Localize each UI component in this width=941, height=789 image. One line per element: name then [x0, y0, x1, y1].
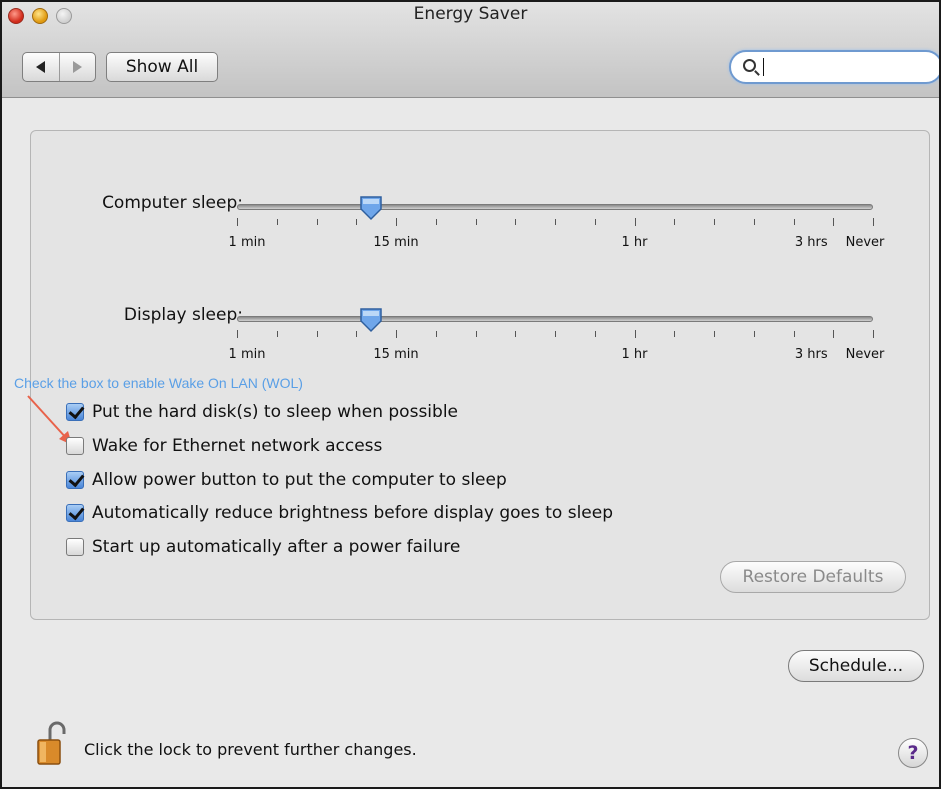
slider-tick: [515, 219, 517, 225]
slider-tick-label: 1 min: [228, 347, 266, 362]
slider-tick-label: 3 hrs: [794, 235, 828, 250]
display-sleep-slider-track[interactable]: [237, 316, 873, 322]
slider-tick: [237, 330, 238, 338]
slider-tick: [276, 219, 278, 225]
slider-tick: [714, 219, 715, 225]
slider-tick: [873, 218, 874, 226]
slider-tick: [475, 331, 477, 337]
slider-tick-label: 15 min: [373, 347, 419, 362]
display-sleep-label: Display sleep:: [123, 305, 243, 325]
energy-saver-window: Energy Saver Show All Computer sleep: 1 …: [0, 0, 941, 789]
slider-tick: [674, 219, 676, 225]
text-caret: [763, 58, 764, 76]
checkbox-unchecked[interactable]: [66, 538, 84, 556]
slider-tick: [396, 330, 397, 338]
slider-tick: [674, 331, 676, 337]
forward-button[interactable]: [58, 53, 96, 81]
slider-tick: [634, 218, 636, 226]
slider-tick: [396, 218, 397, 226]
slider-tick: [555, 331, 556, 337]
option-label: Start up automatically after a power fai…: [92, 537, 461, 557]
show-all-button[interactable]: Show All: [106, 52, 218, 82]
slider-tick: [316, 219, 318, 225]
slider-tick: [634, 330, 636, 338]
computer-sleep-row: Computer sleep: 1 min 15 min 1 hr 3 hrs Neve…: [31, 187, 929, 267]
schedule-button[interactable]: Schedule...: [788, 650, 924, 682]
slider-tick: [435, 331, 437, 337]
option-wake-for-ethernet[interactable]: Wake for Ethernet network access: [66, 434, 382, 458]
slider-tick: [793, 331, 795, 337]
option-reduce-brightness[interactable]: Automatically reduce brightness before d…: [66, 501, 613, 525]
checkbox-unchecked[interactable]: [66, 437, 84, 455]
slider-tick: [237, 218, 238, 226]
search-field[interactable]: [729, 50, 939, 84]
computer-sleep-slider-track[interactable]: [237, 204, 873, 210]
open-lock-icon[interactable]: [36, 720, 66, 766]
computer-sleep-slider-thumb[interactable]: [359, 195, 383, 221]
back-button[interactable]: [23, 53, 59, 81]
restore-defaults-button[interactable]: Restore Defaults: [720, 561, 906, 593]
checkbox-checked[interactable]: [66, 471, 84, 489]
computer-sleep-label: Computer sleep:: [102, 193, 243, 213]
search-input[interactable]: [767, 56, 927, 78]
slider-tick: [555, 219, 556, 225]
slider-tick-label: 1 hr: [621, 235, 648, 250]
option-label: Automatically reduce brightness before d…: [92, 503, 613, 523]
option-label: Put the hard disk(s) to sleep when possi…: [92, 402, 458, 422]
slider-tick: [833, 218, 835, 226]
slider-tick: [435, 219, 437, 225]
slider-tick: [316, 331, 318, 337]
magnifier-icon: [743, 59, 756, 72]
slider-tick: [793, 219, 795, 225]
option-power-button-sleep[interactable]: Allow power button to put the computer t…: [66, 468, 507, 492]
window-title: Energy Saver: [413, 4, 528, 24]
slider-tick-label: Never: [845, 235, 885, 250]
back-forward-control: [22, 52, 96, 82]
slider-tick-label: Never: [845, 347, 885, 362]
slider-tick: [833, 330, 835, 338]
display-sleep-row: Display sleep: 1 min 15 min 1 hr 3 hrs Never: [31, 299, 929, 379]
checkbox-checked[interactable]: [66, 504, 84, 522]
toolbar: Energy Saver Show All: [2, 2, 939, 98]
help-button[interactable]: ?: [898, 738, 928, 768]
option-hard-disk-sleep[interactable]: Put the hard disk(s) to sleep when possi…: [66, 400, 458, 424]
forward-arrow-icon: [72, 61, 82, 73]
lock-message: Click the lock to prevent further change…: [84, 740, 417, 759]
slider-tick: [475, 219, 477, 225]
slider-tick-label: 3 hrs: [794, 347, 828, 362]
slider-tick: [753, 219, 755, 225]
option-label: Allow power button to put the computer t…: [92, 470, 507, 490]
wol-annotation-text: Check the box to enable Wake On LAN (WOL…: [14, 375, 303, 391]
slider-tick-label: 1 min: [228, 235, 266, 250]
display-sleep-slider-thumb[interactable]: [359, 307, 383, 333]
checkbox-checked[interactable]: [66, 403, 84, 421]
back-arrow-icon: [36, 61, 46, 73]
slider-tick: [515, 331, 517, 337]
slider-tick: [714, 331, 715, 337]
slider-tick-label: 1 hr: [621, 347, 648, 362]
option-label: Wake for Ethernet network access: [92, 436, 383, 456]
slider-tick: [753, 331, 755, 337]
slider-tick: [356, 331, 358, 337]
slider-tick-label: 15 min: [373, 235, 419, 250]
slider-tick: [594, 219, 596, 225]
slider-tick: [594, 331, 596, 337]
slider-tick: [873, 330, 874, 338]
slider-tick: [356, 219, 358, 225]
slider-tick: [276, 331, 278, 337]
option-startup-after-power-failure[interactable]: Start up automatically after a power fai…: [66, 535, 460, 559]
